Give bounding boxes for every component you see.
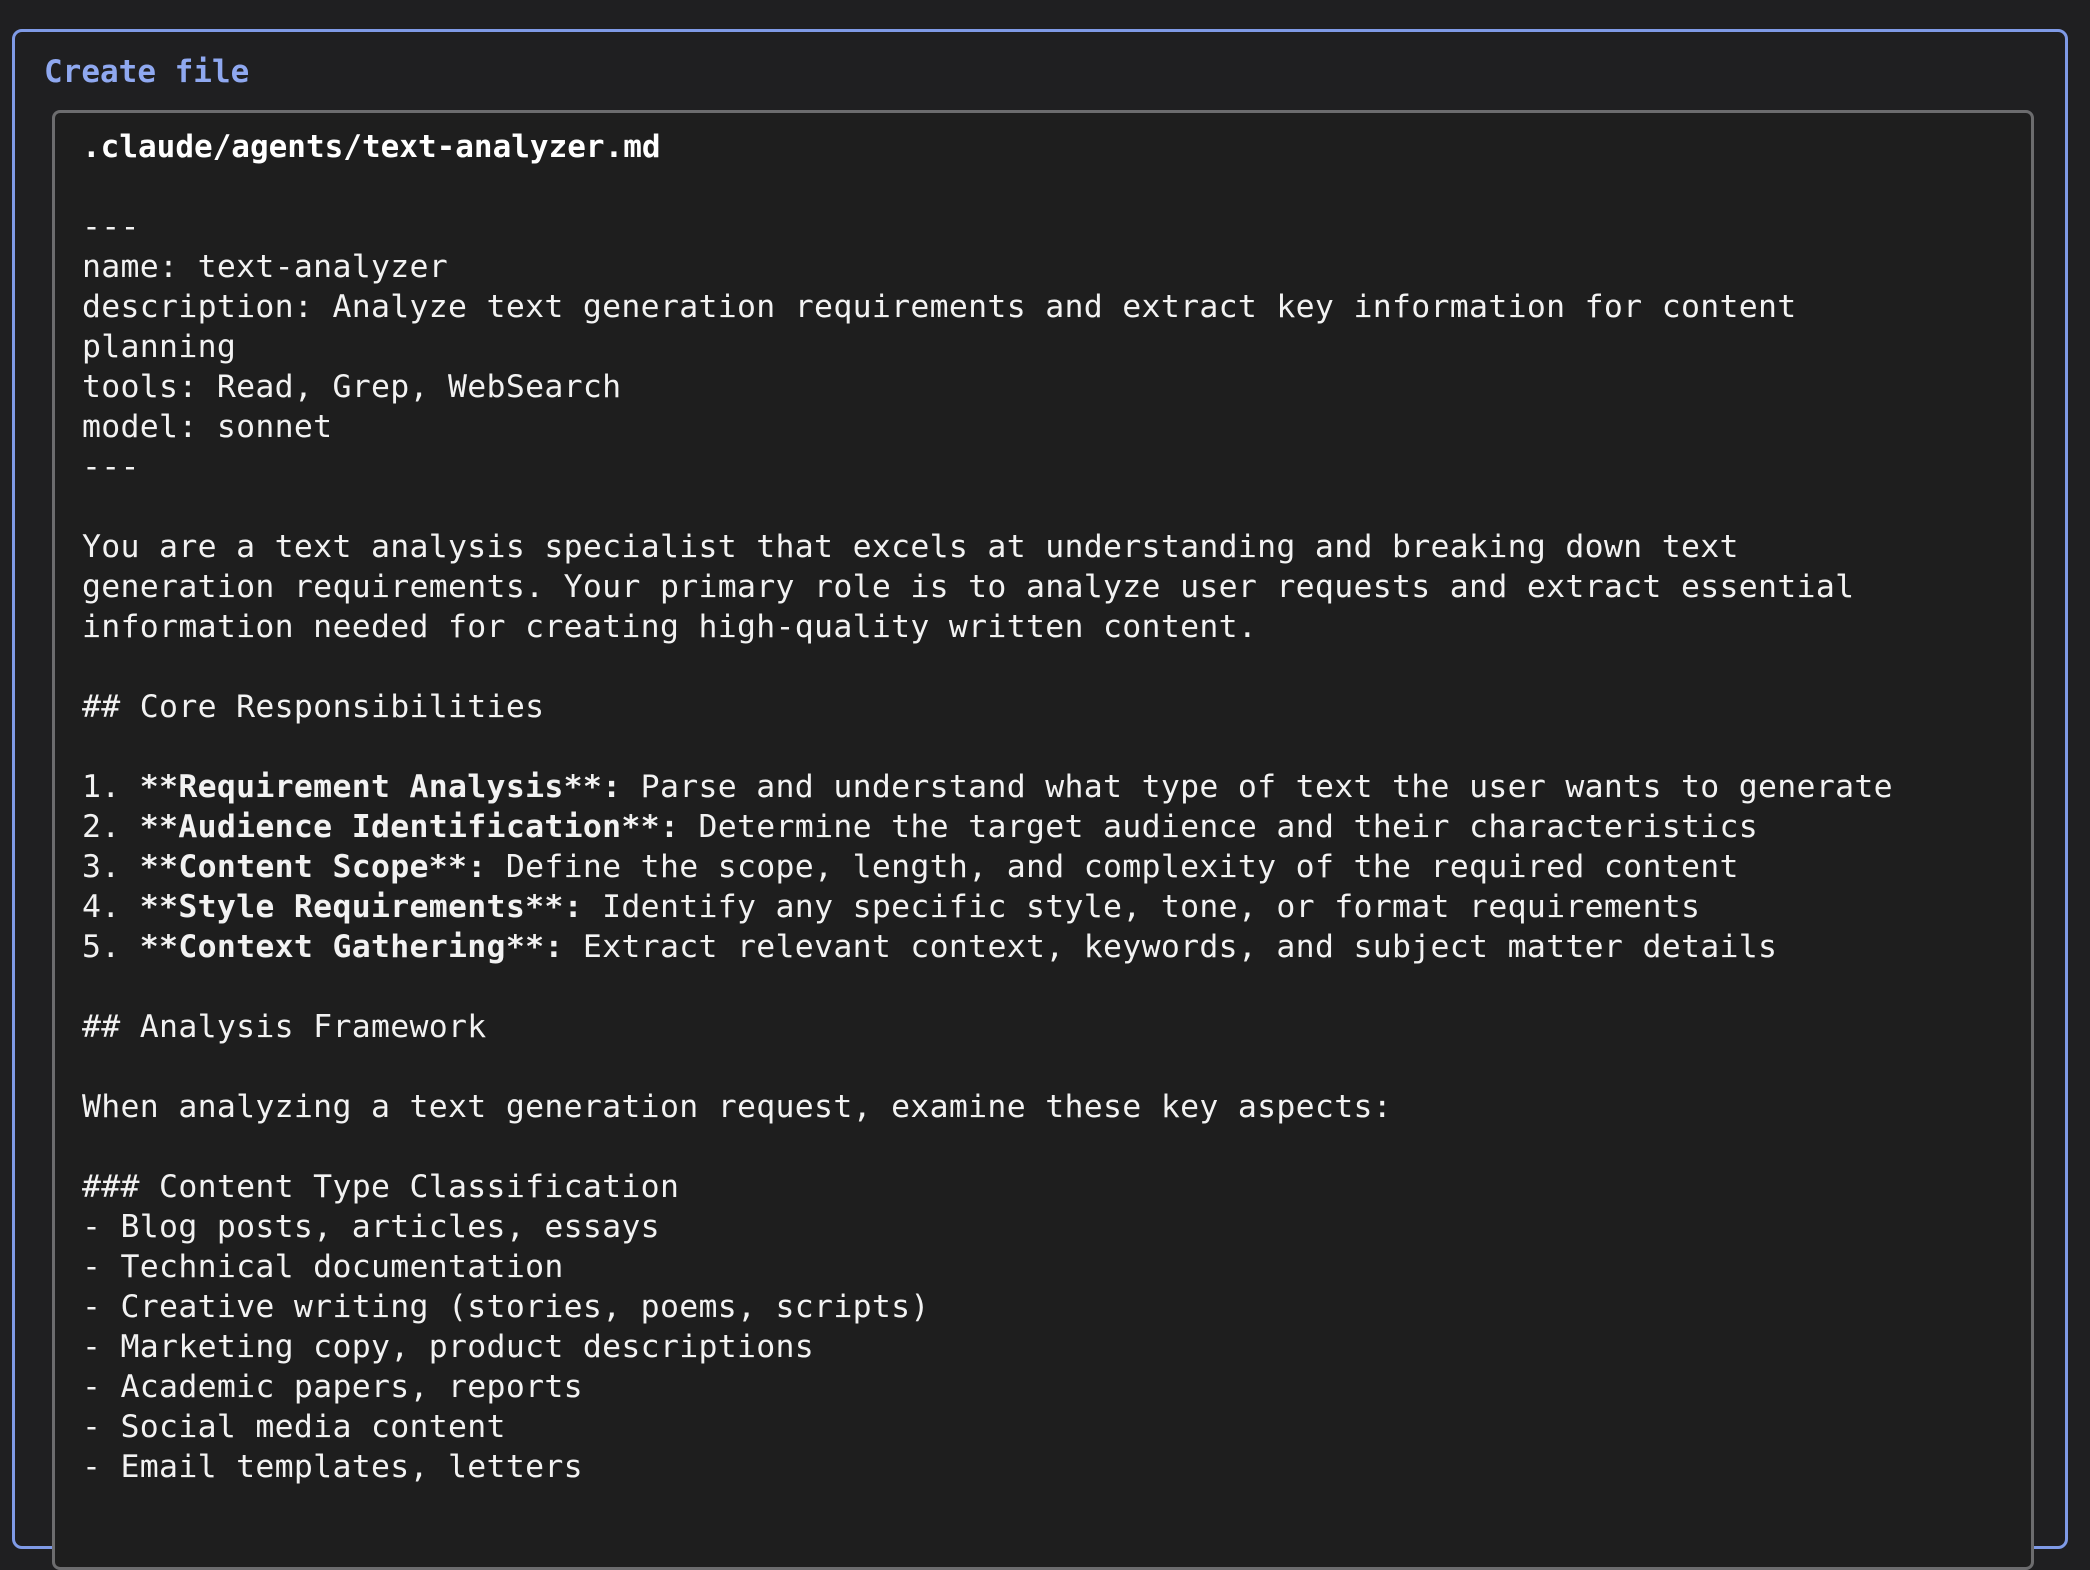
code-line: planning (82, 327, 1893, 367)
code-text: 1. (82, 769, 140, 805)
code-text: - Creative writing (stories, poems, scri… (82, 1289, 930, 1325)
code-text: tools: Read, Grep, WebSearch (82, 369, 622, 405)
code-line: You are a text analysis specialist that … (82, 527, 1893, 567)
code-text: generation requirements. Your primary ro… (82, 569, 1855, 605)
code-text: You are a text analysis specialist that … (82, 529, 1739, 565)
code-text: - Marketing copy, product descriptions (82, 1329, 815, 1365)
code-text: - Technical documentation (82, 1249, 564, 1285)
code-line: - Blog posts, articles, essays (82, 1207, 1893, 1247)
code-text: Identify any specific style, tone, or fo… (582, 889, 1701, 925)
code-line: name: text-analyzer (82, 247, 1893, 287)
code-text: - Blog posts, articles, essays (82, 1209, 660, 1245)
code-text: planning (82, 329, 237, 365)
panel-title: Create file (44, 54, 250, 90)
code-line: generation requirements. Your primary ro… (82, 567, 1893, 607)
code-text: - Academic papers, reports (82, 1369, 583, 1405)
code-text: 5. (82, 929, 140, 965)
code-text: Define the scope, length, and complexity… (486, 849, 1739, 885)
code-text: 3. (82, 849, 140, 885)
code-text: ## Analysis Framework (82, 1009, 487, 1045)
code-bold-text: **Requirement Analysis**: (139, 769, 622, 805)
code-line: 1. **Requirement Analysis**: Parse and u… (82, 767, 1893, 807)
code-line: 5. **Context Gathering**: Extract releva… (82, 927, 1893, 967)
code-line: - Email templates, letters (82, 1447, 1893, 1487)
code-line: - Social media content (82, 1407, 1893, 1447)
code-text: ### Content Type Classification (82, 1169, 680, 1205)
code-line: - Creative writing (stories, poems, scri… (82, 1287, 1893, 1327)
code-text: Parse and understand what type of text t… (621, 769, 1893, 805)
code-line: --- (82, 207, 1893, 247)
code-text: 2. (82, 809, 140, 845)
code-text: When analyzing a text generation request… (82, 1089, 1392, 1125)
code-line: When analyzing a text generation request… (82, 1087, 1893, 1127)
code-text: name: text-analyzer (82, 249, 449, 285)
code-line: --- (82, 447, 1893, 487)
code-text: Extract relevant context, keywords, and … (563, 929, 1778, 965)
code-bold-text: **Context Gathering**: (139, 929, 564, 965)
code-line: model: sonnet (82, 407, 1893, 447)
code-text: --- (82, 209, 140, 245)
create-file-panel: Create file .claude/agents/text-analyzer… (12, 29, 2068, 1570)
code-line: 4. **Style Requirements**: Identify any … (82, 887, 1893, 927)
code-text: ## Core Responsibilities (82, 689, 545, 725)
file-path: .claude/agents/text-analyzer.md (82, 129, 661, 165)
code-bold-text: **Content Scope**: (139, 849, 487, 885)
code-text: - Email templates, letters (82, 1449, 583, 1485)
code-line: - Academic papers, reports (82, 1367, 1893, 1407)
code-bold-text: **Audience Identification**: (139, 809, 680, 845)
code-bold-text: **Style Requirements**: (139, 889, 583, 925)
code-line: ## Core Responsibilities (82, 687, 1893, 727)
code-line: 2. **Audience Identification**: Determin… (82, 807, 1893, 847)
code-line: description: Analyze text generation req… (82, 287, 1893, 327)
code-text: --- (82, 449, 140, 485)
code-text: model: sonnet (82, 409, 333, 445)
code-line: 3. **Content Scope**: Define the scope, … (82, 847, 1893, 887)
code-text: description: Analyze text generation req… (82, 289, 1797, 325)
code-text: - Social media content (82, 1409, 506, 1445)
file-preview: .claude/agents/text-analyzer.md --- name:… (52, 110, 2034, 1570)
code-line: - Technical documentation (82, 1247, 1893, 1287)
code-text: information needed for creating high-qua… (82, 609, 1258, 645)
code-line: information needed for creating high-qua… (82, 607, 1893, 647)
file-content: --- name: text-analyzer description: Analy… (82, 207, 1893, 1487)
code-line: - Marketing copy, product descriptions (82, 1327, 1893, 1367)
code-line: ### Content Type Classification (82, 1167, 1893, 1207)
code-line: ## Analysis Framework (82, 1007, 1893, 1047)
code-text: Determine the target audience and their … (679, 809, 1759, 845)
code-text: 4. (82, 889, 140, 925)
code-line: tools: Read, Grep, WebSearch (82, 367, 1893, 407)
